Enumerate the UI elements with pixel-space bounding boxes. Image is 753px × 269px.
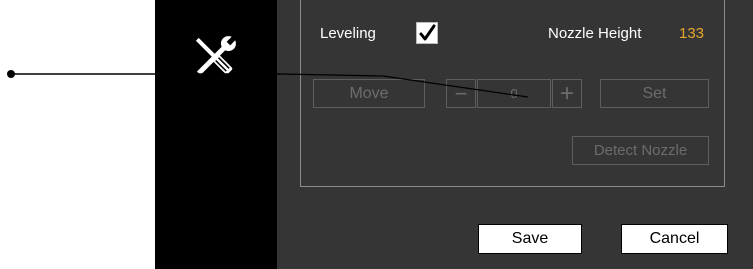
decrement-button[interactable]: −: [446, 79, 476, 108]
tools-icon[interactable]: [188, 30, 242, 84]
increment-button[interactable]: +: [552, 79, 582, 108]
step-value-field[interactable]: 0: [477, 79, 551, 108]
nozzle-height-label: Nozzle Height: [548, 25, 642, 42]
leveling-checkbox[interactable]: [416, 22, 438, 44]
detect-nozzle-button[interactable]: Detect Nozzle: [572, 136, 709, 165]
leveling-label: Leveling: [320, 25, 376, 42]
cancel-button[interactable]: Cancel: [621, 224, 728, 254]
set-button[interactable]: Set: [600, 79, 709, 108]
save-button[interactable]: Save: [478, 224, 582, 254]
nozzle-height-value: 133: [679, 25, 705, 42]
move-button[interactable]: Move: [313, 79, 425, 108]
checkmark-icon: [419, 24, 436, 41]
